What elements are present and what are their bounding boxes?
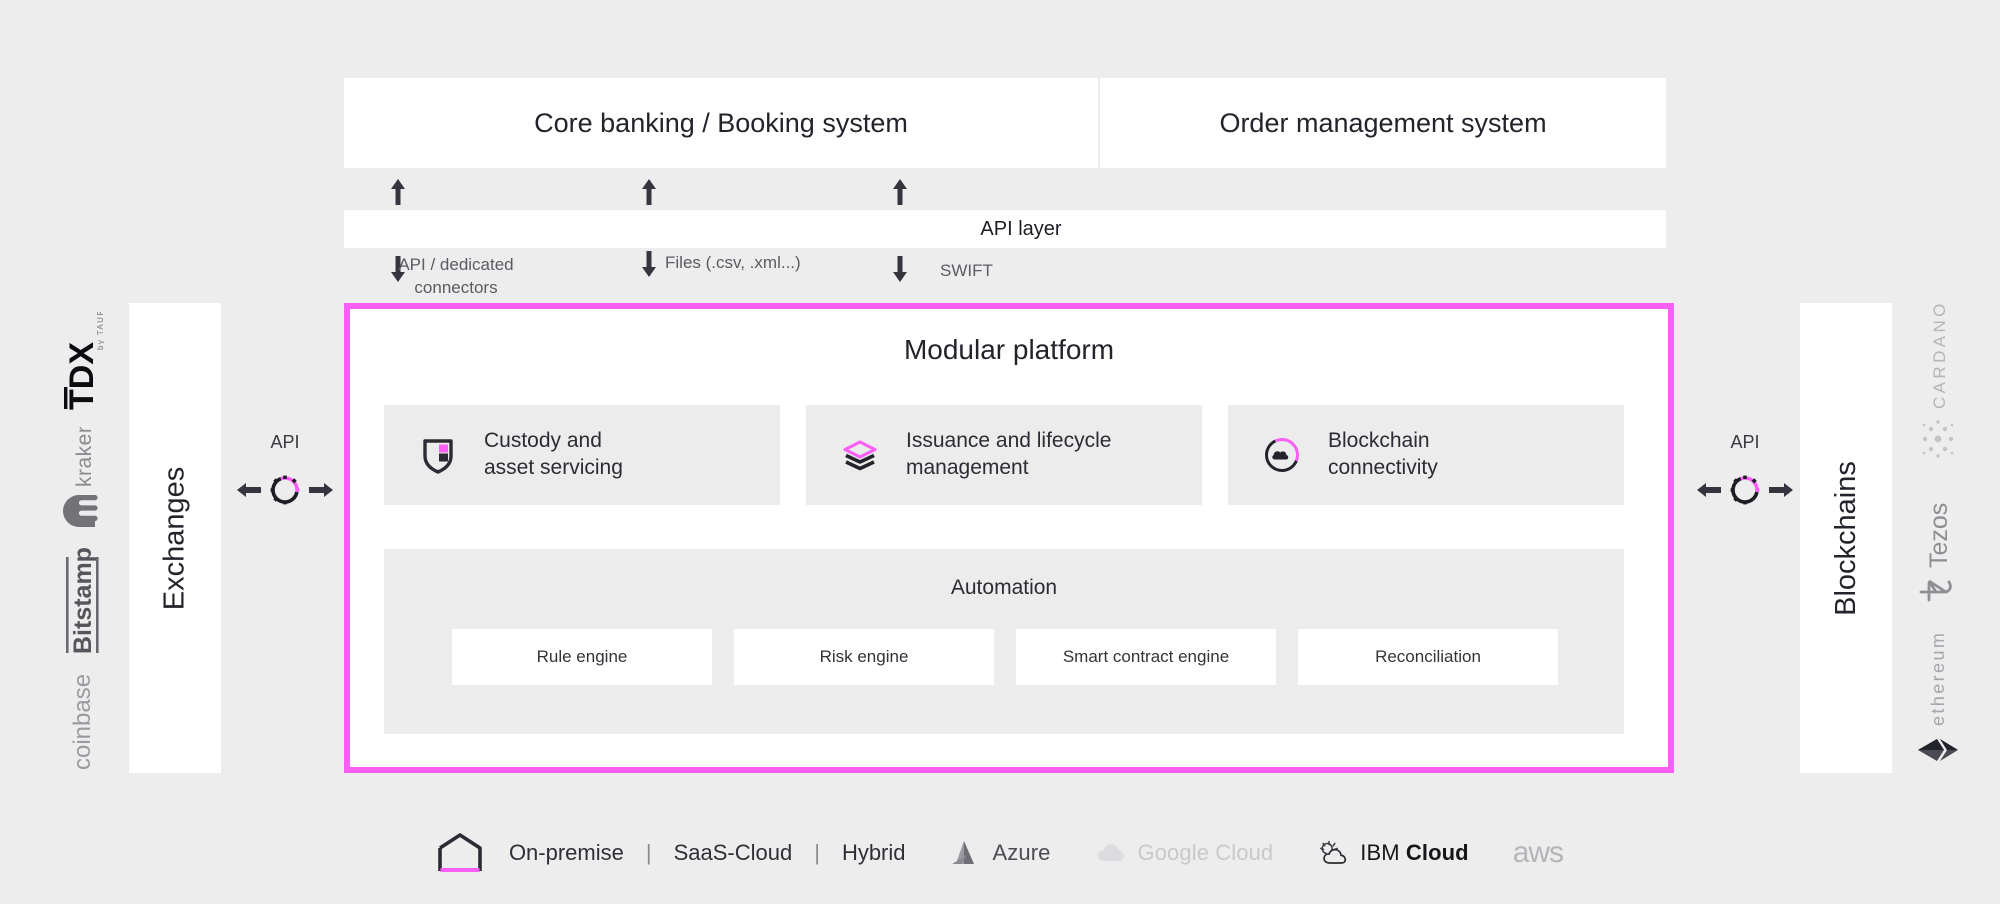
arrow-down-icon (641, 250, 657, 278)
module-card-issuance[interactable]: Issuance and lifecycle management (806, 405, 1202, 505)
module-label-custody-line1: Custody and (484, 429, 602, 453)
module-label-issuance: Issuance and lifecycle management (906, 428, 1111, 481)
diagram-canvas: Core banking / Booking system Order mana… (0, 0, 2000, 904)
deployment-option-on-premise[interactable]: On-premise (509, 840, 624, 866)
automation-title: Automation (950, 576, 1058, 599)
arrow-right-icon (308, 480, 334, 500)
exchanges-panel: Exchanges (129, 303, 221, 773)
module-label-issuance-line2: management (906, 456, 1029, 479)
automation-item-rule-engine[interactable]: Rule engine (452, 629, 712, 685)
svg-text:ethereum: ethereum (1928, 630, 1948, 725)
automation-item-risk-engine[interactable]: Risk engine (734, 629, 994, 685)
deployment-option-hybrid[interactable]: Hybrid (842, 840, 906, 866)
exchange-logos-column: TDX by TAURUS kraken Bitstamp coinbase (42, 303, 122, 773)
connector-label-api: API / dedicated connectors (356, 254, 556, 300)
google-cloud-icon (1095, 838, 1129, 868)
core-banking-system-box: Core banking / Booking system (344, 78, 1098, 168)
deployment-separator: | (814, 840, 820, 865)
order-management-system-label: Order management system (1219, 107, 1547, 138)
azure-icon (950, 838, 984, 868)
module-card-custody[interactable]: Custody and asset servicing (384, 405, 780, 505)
module-label-custody: Custody and asset servicing (484, 428, 623, 481)
shield-icon (418, 435, 458, 475)
module-label-blockchain-connectivity: Blockchain connectivity (1328, 428, 1438, 481)
module-label-custody-line2: asset servicing (484, 456, 623, 479)
automation-panel: Automation Rule engine Risk engine Smart… (384, 549, 1624, 734)
aws-label: aws (1512, 836, 1564, 869)
module-label-issuance-line1: Issuance and lifecycle (906, 429, 1112, 453)
cloud-ring-icon (1262, 435, 1302, 475)
ibm-cloud-icon (1317, 838, 1351, 868)
automation-item-smart-contract-engine[interactable]: Smart contract engine (1016, 629, 1276, 685)
gear-ring-icon (1728, 473, 1762, 507)
svg-text:CARDANO: CARDANO (1930, 301, 1949, 409)
ibm-cloud-logo: IBM Cloud (1317, 838, 1469, 868)
blockchains-panel-label: Blockchains (1829, 460, 1862, 616)
arrow-up-icon (641, 178, 657, 206)
modular-platform-frame: Modular platform Custody and asset servi… (344, 303, 1674, 773)
google-cloud-logo: Google Cloud (1095, 838, 1274, 868)
module-label-blockchain-line1: Blockchain (1328, 429, 1430, 453)
tezos-logo: Tezos (1868, 468, 2000, 608)
automation-item-label: Rule engine (536, 647, 628, 666)
api-connector-left[interactable]: API (230, 432, 340, 510)
automation-item-label: Risk engine (819, 647, 909, 666)
deployment-options-row: On-premise | SaaS-Cloud | Hybrid Azure G… (0, 818, 2000, 888)
gear-ring-icon (268, 473, 302, 507)
exchanges-panel-label: Exchanges (158, 466, 191, 610)
azure-logo: Azure (950, 838, 1051, 868)
kraken-logo: kraken (34, 427, 130, 531)
svg-text:TDX: TDX (63, 341, 101, 409)
api-layer-bar: API layer (344, 210, 1666, 248)
core-banking-system-label: Core banking / Booking system (534, 107, 908, 138)
layers-icon (840, 435, 880, 475)
connector-label-swift-line1: SWIFT (940, 261, 993, 280)
ibm-label-bold: Cloud (1405, 840, 1469, 865)
ibm-label-plain: IBM (1360, 840, 1406, 865)
arrow-down-icon (892, 255, 908, 283)
deployment-option-saas-cloud[interactable]: SaaS-Cloud (674, 840, 793, 866)
connector-label-api-line1: API / dedicated (398, 255, 514, 274)
automation-item-label: Smart contract engine (1062, 647, 1230, 666)
deployment-separator: | (645, 840, 652, 865)
ibm-cloud-label: IBM Cloud (1360, 840, 1468, 866)
module-card-blockchain-connectivity[interactable]: Blockchain connectivity (1228, 405, 1624, 505)
google-cloud-label: Google Cloud (1137, 840, 1274, 865)
arrow-up-icon (892, 178, 908, 206)
arrow-left-icon (236, 480, 262, 500)
aws-logo: aws (1512, 836, 1564, 870)
coinbase-logo: coinbase (34, 656, 130, 772)
cardano-logo: CARDANO (1868, 301, 2000, 461)
connector-label-files: Files (.csv, .xml...) (665, 252, 885, 275)
tdx-logo: TDX by TAURUS (34, 312, 130, 412)
arrow-right-icon (1768, 480, 1794, 500)
house-icon (437, 832, 483, 874)
api-connector-right-label: API (1730, 432, 1760, 452)
automation-item-label: Reconciliation (1375, 647, 1481, 666)
module-label-blockchain-line2: connectivity (1328, 456, 1438, 479)
blockchain-logos-column: CARDANO Tezos ethereum (1898, 301, 1978, 773)
svg-text:Tezos: Tezos (1925, 503, 1953, 568)
modular-platform-title: Modular platform (903, 334, 1115, 365)
connector-label-api-line2: connectors (414, 277, 498, 297)
order-management-system-box: Order management system (1100, 78, 1666, 168)
api-layer-label: API layer (980, 217, 1062, 240)
svg-text:kraken: kraken (73, 427, 96, 487)
arrow-up-icon (390, 178, 406, 206)
ethereum-logo: ethereum (1868, 620, 2000, 770)
api-connector-right[interactable]: API (1690, 432, 1800, 510)
bitstamp-logo: Bitstamp (34, 538, 130, 656)
arrow-left-icon (1696, 480, 1722, 500)
automation-item-reconciliation[interactable]: Reconciliation (1298, 629, 1558, 685)
svg-text:by TAURUS: by TAURUS (96, 312, 104, 350)
connector-label-files-line1: Files (.csv, .xml...) (665, 253, 801, 272)
api-connector-left-label: API (270, 432, 300, 452)
svg-text:Bitstamp: Bitstamp (69, 547, 97, 654)
connector-label-swift: SWIFT (940, 260, 1100, 283)
azure-label: Azure (992, 840, 1051, 865)
svg-text:coinbase: coinbase (69, 674, 96, 770)
